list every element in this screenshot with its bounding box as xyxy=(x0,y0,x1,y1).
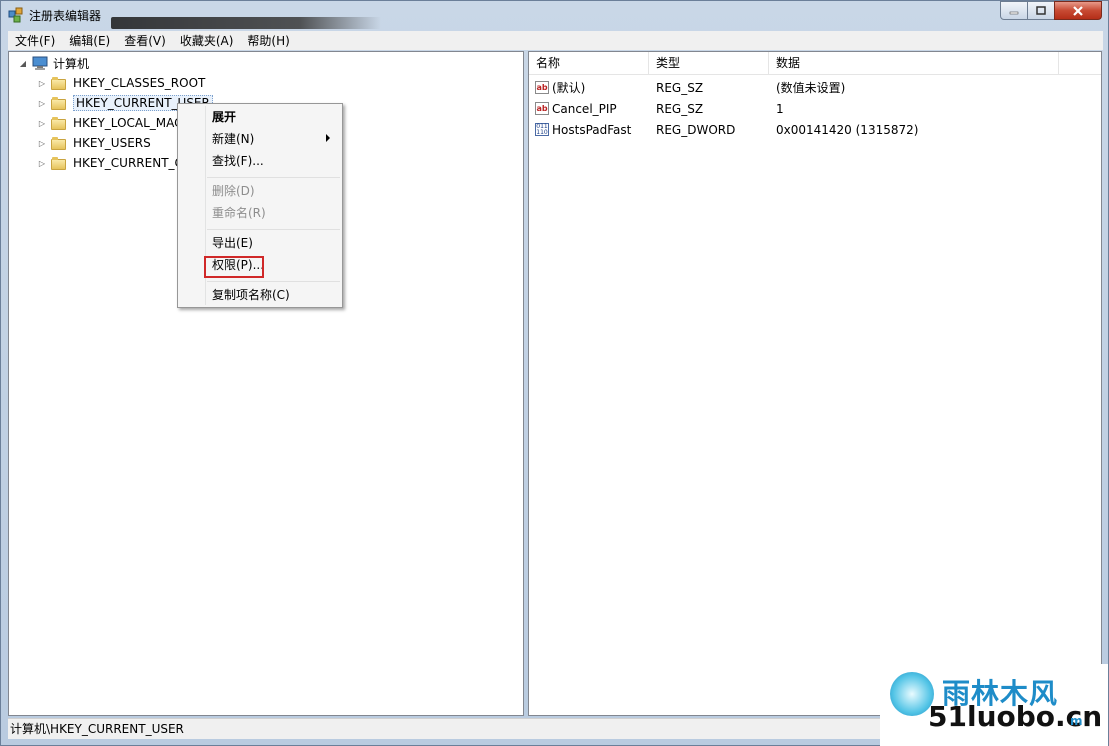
folder-icon xyxy=(51,96,67,110)
value-data: (数值未设置) xyxy=(776,81,846,95)
maximize-button[interactable] xyxy=(1027,1,1055,20)
minimize-button[interactable] xyxy=(1000,1,1028,20)
status-path: 计算机\HKEY_CURRENT_USER xyxy=(10,722,184,736)
collapsed-arrow-icon[interactable]: ▷ xyxy=(37,98,47,108)
collapsed-arrow-icon[interactable]: ▷ xyxy=(37,158,47,168)
registry-values-pane[interactable]: 名称 类型 数据 ab (默认) REG_SZ (数值未设置) ab Cancel_… xyxy=(528,51,1102,716)
value-name: HostsPadFast xyxy=(552,122,632,137)
tree-item-label: HKEY_USERS xyxy=(73,136,151,150)
folder-icon xyxy=(51,136,67,150)
column-header-name[interactable]: 名称 xyxy=(529,52,649,74)
value-data: 0x00141420 (1315872) xyxy=(776,122,919,137)
column-header-filler xyxy=(1059,52,1101,74)
menu-item-delete[interactable]: 删除(D) xyxy=(212,181,255,201)
collapsed-arrow-icon[interactable]: ▷ xyxy=(37,118,47,128)
menu-help[interactable]: 帮助(H) xyxy=(240,32,296,49)
value-row[interactable]: ab Cancel_PIP REG_SZ 1 xyxy=(529,98,1101,119)
column-header-type[interactable]: 类型 xyxy=(649,52,769,74)
menu-separator xyxy=(207,229,340,230)
binary-value-icon: 011 110 xyxy=(535,123,549,136)
tree-item-label: HKEY_CLASSES_ROOT xyxy=(73,76,206,90)
value-type: REG_DWORD xyxy=(656,122,736,137)
menu-item-find[interactable]: 查找(F)... xyxy=(212,151,264,171)
registry-editor-window: 注册表编辑器 文件(F) 编辑(E) 查看(V) 收藏夹(A) 帮助(H) ◢ … xyxy=(0,0,1109,746)
context-menu: 展开 新建(N) 查找(F)... 删除(D) 重命名(R) 导出(E) 权限(… xyxy=(177,103,343,308)
tree-item-label: HKEY_LOCAL_MAC xyxy=(73,116,183,130)
window-title: 注册表编辑器 xyxy=(29,9,102,23)
submenu-arrow-icon xyxy=(326,134,330,142)
watermark: 雨林木风 51luobo.cn m xyxy=(880,664,1108,746)
menu-item-expand[interactable]: 展开 xyxy=(212,107,236,127)
tree-item-hkey-current-config[interactable]: ▷ HKEY_CURRENT_C xyxy=(37,154,183,172)
value-name: Cancel_PIP xyxy=(552,101,617,116)
menu-item-new[interactable]: 新建(N) xyxy=(212,129,254,149)
string-value-icon: ab xyxy=(535,102,549,115)
close-button[interactable] xyxy=(1054,1,1102,20)
close-icon xyxy=(1073,5,1083,16)
menu-bar: 文件(F) 编辑(E) 查看(V) 收藏夹(A) 帮助(H) xyxy=(8,31,1103,50)
string-value-icon: ab xyxy=(535,81,549,94)
menu-item-copy-key-name[interactable]: 复制项名称(C) xyxy=(212,285,290,305)
menu-separator xyxy=(207,281,340,282)
title-bar[interactable]: 注册表编辑器 xyxy=(1,1,1108,29)
minimize-icon xyxy=(1009,11,1019,14)
menu-edit[interactable]: 编辑(E) xyxy=(62,32,117,49)
collapsed-arrow-icon[interactable]: ▷ xyxy=(37,78,47,88)
value-row[interactable]: ab (默认) REG_SZ (数值未设置) xyxy=(529,77,1101,98)
menu-file[interactable]: 文件(F) xyxy=(8,32,62,49)
menu-view[interactable]: 查看(V) xyxy=(117,32,173,49)
expanded-arrow-icon[interactable]: ◢ xyxy=(18,58,28,68)
collapsed-arrow-icon[interactable]: ▷ xyxy=(37,138,47,148)
tree-item-label: HKEY_CURRENT_C xyxy=(73,156,183,170)
tree-item-computer[interactable]: ◢ 计算机 xyxy=(18,54,89,72)
value-row[interactable]: 011 110 HostsPadFast REG_DWORD 0x00141420 … xyxy=(529,119,1101,140)
tree-item-hkey-classes-root[interactable]: ▷ HKEY_CLASSES_ROOT xyxy=(37,74,205,92)
menu-item-rename[interactable]: 重命名(R) xyxy=(212,203,266,223)
value-name: (默认) xyxy=(552,81,586,95)
title-shadow xyxy=(111,17,381,29)
folder-icon xyxy=(51,116,67,130)
computer-icon xyxy=(32,56,48,70)
highlight-box xyxy=(204,256,264,278)
folder-icon xyxy=(51,156,67,170)
values-header: 名称 类型 数据 xyxy=(529,52,1101,75)
tree-root-label: 计算机 xyxy=(53,56,90,71)
tree-item-hkey-local-machine[interactable]: ▷ HKEY_LOCAL_MAC xyxy=(37,114,183,132)
column-header-data[interactable]: 数据 xyxy=(769,52,1059,74)
maximize-icon xyxy=(1036,6,1046,15)
value-type: REG_SZ xyxy=(656,101,704,116)
folder-icon xyxy=(51,76,67,90)
menu-favorites[interactable]: 收藏夹(A) xyxy=(173,32,241,49)
tree-item-hkey-users[interactable]: ▷ HKEY_USERS xyxy=(37,134,151,152)
menu-separator xyxy=(207,177,340,178)
value-type: REG_SZ xyxy=(656,80,704,95)
regedit-app-icon xyxy=(8,7,23,23)
menu-item-export[interactable]: 导出(E) xyxy=(212,233,253,253)
watermark-url-suffix: m xyxy=(1070,714,1083,728)
value-data: 1 xyxy=(776,101,784,116)
